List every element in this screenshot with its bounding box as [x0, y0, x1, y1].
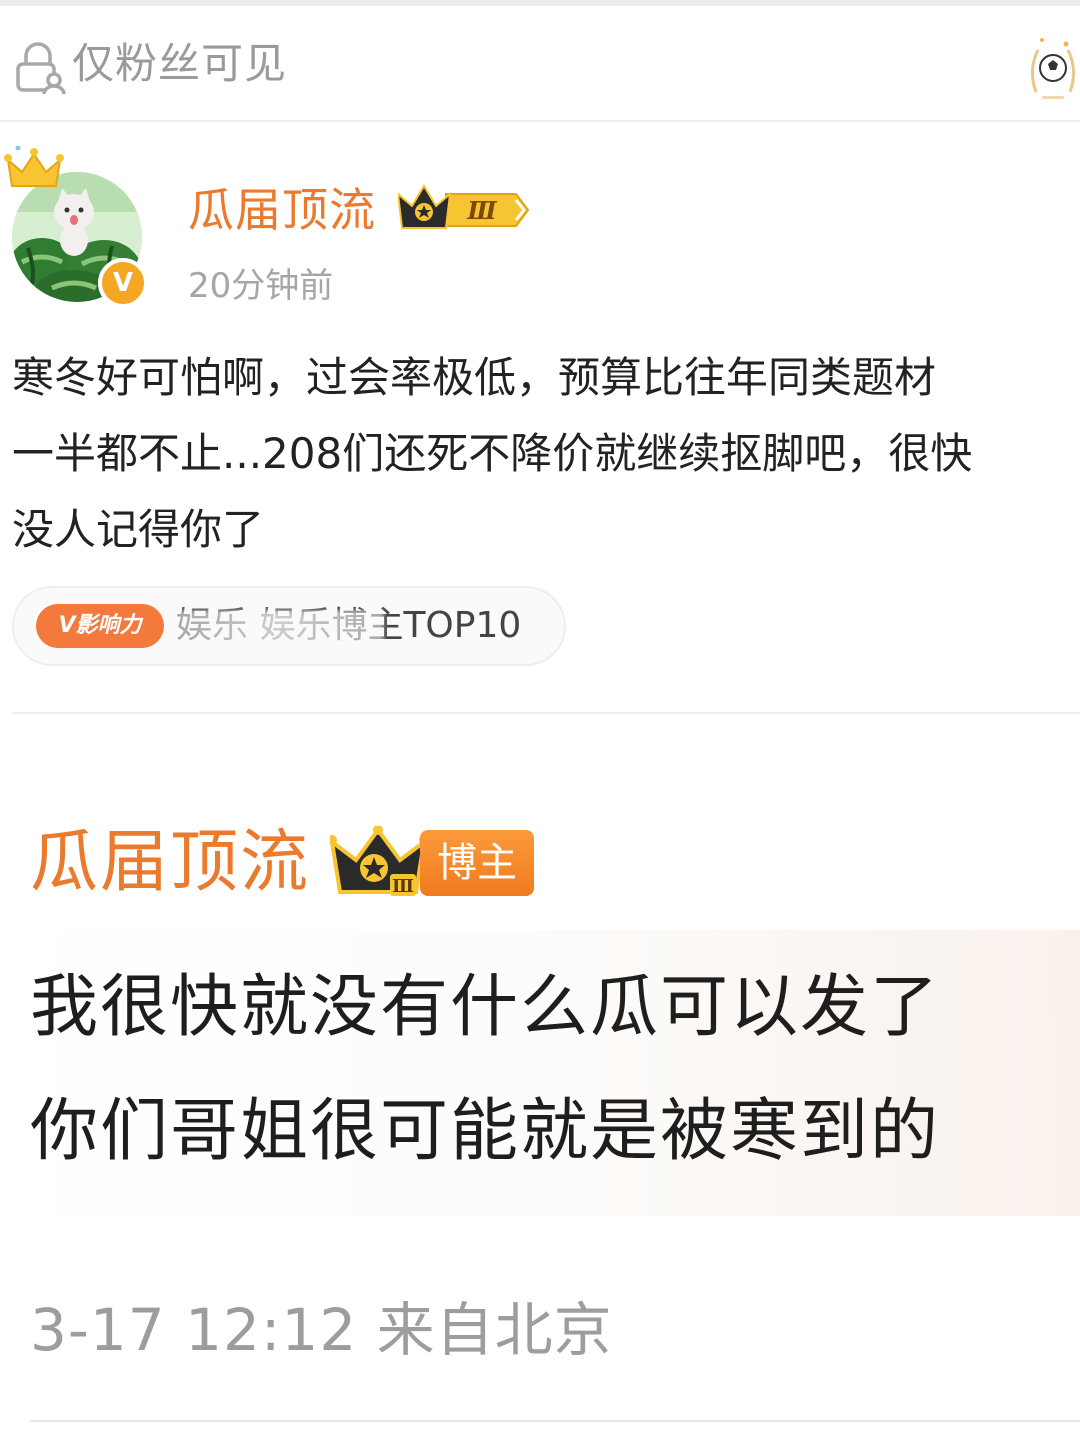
post-text-line: 没人记得你了: [12, 505, 265, 554]
zoom-quote-line: 你们哥姐很可能就是被寒到的: [30, 1092, 941, 1171]
post-meta: 3-17 12:12 来自北京: [30, 1296, 613, 1364]
zoom-author-name: 瓜届顶流: [30, 823, 311, 902]
zoom-crown-icon: Ⅲ: [330, 826, 429, 897]
zoom-quote-line: 我很快就没有什么瓜可以发了: [30, 968, 941, 1047]
verified-badge: V: [98, 258, 148, 308]
zoom-quote: 我很快就没有什么瓜可以发了 你们哥姐很可能就是被寒到的: [30, 946, 1080, 1194]
post-text[interactable]: 寒冬好可怕啊，过会率极低，预算比往年同类题材 一半都不止...208们还死不降价…: [12, 340, 1080, 568]
football-medal-icon[interactable]: [1026, 30, 1080, 102]
blogger-badge: 博主: [420, 830, 534, 896]
influence-tag[interactable]: V影响力 娱乐 娱乐博主TOP10: [12, 586, 566, 666]
zoom-level-text: Ⅲ: [392, 876, 414, 897]
author-name[interactable]: 瓜届顶流: [188, 180, 376, 240]
post-time: 20分钟前: [188, 266, 334, 306]
visibility-label: 仅粉丝可见: [72, 39, 288, 88]
crown-icon: [4, 146, 64, 187]
influence-badge: V影响力: [36, 604, 164, 648]
bottom-divider: [30, 1420, 1080, 1422]
post-text-line: 一半都不止...208们还死不降价就继续抠脚吧，很快: [12, 429, 973, 478]
section-divider: [12, 712, 1080, 714]
post-text-line: 寒冬好可怕啊，过会率极低，预算比往年同类题材: [12, 353, 937, 402]
blur-mask: [176, 610, 384, 646]
level-crown-badge[interactable]: Ⅲ: [398, 184, 530, 236]
level-text: Ⅲ: [466, 196, 497, 225]
lock-person-icon: [16, 42, 66, 94]
visibility-header: 仅粉丝可见: [0, 6, 1080, 122]
